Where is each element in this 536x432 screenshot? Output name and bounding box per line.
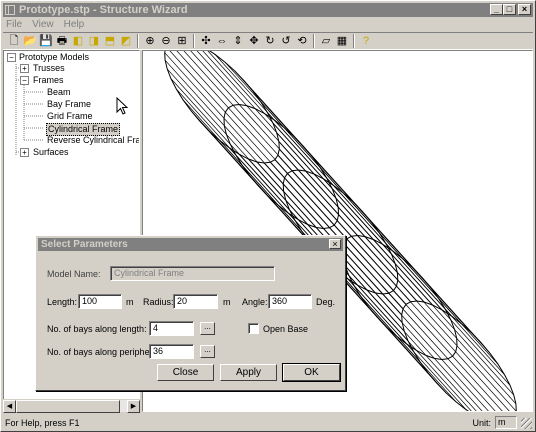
- collapse-icon[interactable]: −: [20, 76, 29, 85]
- unit-value: m: [495, 416, 517, 429]
- tree-trusses[interactable]: Trusses: [33, 63, 65, 74]
- menu-file[interactable]: File: [6, 18, 22, 32]
- unit-label: Unit:: [472, 417, 491, 428]
- radius-label: Radius:: [143, 297, 174, 307]
- length-label: Length:: [47, 297, 78, 307]
- angle-unit: Deg.: [316, 297, 336, 307]
- close-button[interactable]: ×: [518, 4, 531, 15]
- print-icon[interactable]: 🖶: [54, 34, 70, 49]
- tree-item-bay-frame[interactable]: Bay Frame: [47, 99, 91, 110]
- toolbar-separator: [313, 34, 315, 48]
- bays-length-label: No. of bays along length:: [47, 324, 147, 334]
- dialog-title-bar[interactable]: Select Parameters ×: [38, 238, 343, 251]
- model-name-label: Model Name:: [47, 269, 101, 279]
- bays-length-browse-button[interactable]: ...: [200, 322, 215, 335]
- ring-member: [401, 300, 517, 411]
- close-button[interactable]: Close: [157, 364, 214, 381]
- model-name-field: Cylindrical Frame: [110, 266, 275, 281]
- radius-input[interactable]: 20: [173, 294, 218, 309]
- rotate-x-icon[interactable]: ↻: [262, 34, 278, 49]
- zoom-fit-icon[interactable]: ⊞: [174, 34, 190, 49]
- toolbar-separator: [193, 34, 195, 48]
- rotate-z-icon[interactable]: ⟲: [294, 34, 310, 49]
- angle-label: Angle:: [242, 297, 268, 307]
- save-icon[interactable]: 💾: [38, 34, 54, 49]
- move-vertical-icon[interactable]: ⇕: [230, 34, 246, 49]
- window-title: Prototype.stp - Structure Wizard: [19, 4, 188, 16]
- scroll-left-icon[interactable]: ◀: [3, 400, 16, 413]
- scroll-right-icon[interactable]: ▶: [127, 400, 140, 413]
- maximize-button[interactable]: □: [503, 4, 516, 15]
- dialog-close-icon[interactable]: ×: [329, 239, 341, 249]
- menu-view[interactable]: View: [32, 18, 54, 32]
- move-horizontal-icon[interactable]: ⇔: [214, 34, 230, 49]
- toolbar: 🗋 📂 💾 🖶 ◧ ◨ ⬒ ◩ ⊕ ⊖ ⊞ ✣ ⇔ ⇕ ✥ ↻ ↺ ⟲ ▱ ▦ …: [3, 32, 533, 50]
- main-window: Prototype.stp - Structure Wizard _ □ × F…: [0, 0, 536, 432]
- scrollbar-thumb[interactable]: [16, 400, 120, 413]
- open-base-label: Open Base: [263, 324, 309, 334]
- resize-grip-icon[interactable]: [521, 418, 532, 429]
- minimize-button[interactable]: _: [490, 4, 503, 15]
- expand-icon[interactable]: +: [20, 148, 29, 157]
- move-icon[interactable]: ✣: [198, 34, 214, 49]
- tree-root[interactable]: Prototype Models: [19, 52, 89, 63]
- cube-side-icon[interactable]: ◨: [86, 34, 102, 49]
- help-icon[interactable]: ?: [358, 34, 374, 49]
- tree-horizontal-scrollbar[interactable]: ◀ ▶: [3, 399, 140, 413]
- cube-top-icon[interactable]: ⬒: [102, 34, 118, 49]
- ok-button[interactable]: OK: [282, 363, 341, 382]
- expand-icon[interactable]: +: [20, 64, 29, 73]
- tree-item-beam[interactable]: Beam: [47, 87, 71, 98]
- tree-item-reverse-cylindrical-frame[interactable]: Reverse Cylindrical Frame: [47, 135, 139, 146]
- rotate-4way-icon[interactable]: ✥: [246, 34, 262, 49]
- apply-button[interactable]: Apply: [220, 364, 277, 381]
- status-text: For Help, press F1: [5, 417, 80, 428]
- zoom-out-icon[interactable]: ⊖: [158, 34, 174, 49]
- tree-frames[interactable]: Frames: [33, 75, 64, 86]
- open-base-checkbox[interactable]: [248, 323, 259, 334]
- menu-bar: File View Help: [3, 18, 84, 32]
- toolbar-separator: [353, 34, 355, 48]
- collapse-icon[interactable]: −: [7, 53, 16, 62]
- wireframe-icon[interactable]: ▱: [318, 34, 334, 49]
- new-icon[interactable]: 🗋: [6, 34, 22, 49]
- cube-front-icon[interactable]: ◧: [70, 34, 86, 49]
- title-bar[interactable]: Prototype.stp - Structure Wizard _ □ ×: [3, 3, 533, 17]
- rotate-y-icon[interactable]: ↺: [278, 34, 294, 49]
- bays-periphery-label: No. of bays along peripher:: [47, 347, 156, 357]
- length-unit: m: [126, 297, 134, 307]
- mouse-cursor-icon: [116, 97, 129, 115]
- bays-periphery-browse-button[interactable]: ...: [200, 345, 215, 358]
- app-icon: [5, 5, 15, 15]
- angle-input[interactable]: 360: [268, 294, 312, 309]
- dialog-title: Select Parameters: [41, 239, 128, 250]
- tree-surfaces[interactable]: Surfaces: [33, 147, 69, 158]
- status-bar: For Help, press F1 Unit: m: [3, 415, 533, 430]
- select-parameters-dialog: Select Parameters × Model Name: Cylindri…: [35, 235, 346, 391]
- open-icon[interactable]: 📂: [22, 34, 38, 49]
- toolbar-separator: [137, 34, 139, 48]
- zoom-in-icon[interactable]: ⊕: [142, 34, 158, 49]
- length-input[interactable]: 100: [78, 294, 122, 309]
- tree-item-grid-frame[interactable]: Grid Frame: [47, 111, 93, 122]
- bays-periphery-input[interactable]: 36: [149, 344, 194, 359]
- menu-help[interactable]: Help: [64, 18, 85, 32]
- radius-unit: m: [223, 297, 231, 307]
- cube-iso-icon[interactable]: ◩: [118, 34, 134, 49]
- bays-length-input[interactable]: 4: [149, 321, 194, 336]
- hidden-line-icon[interactable]: ▦: [334, 34, 350, 49]
